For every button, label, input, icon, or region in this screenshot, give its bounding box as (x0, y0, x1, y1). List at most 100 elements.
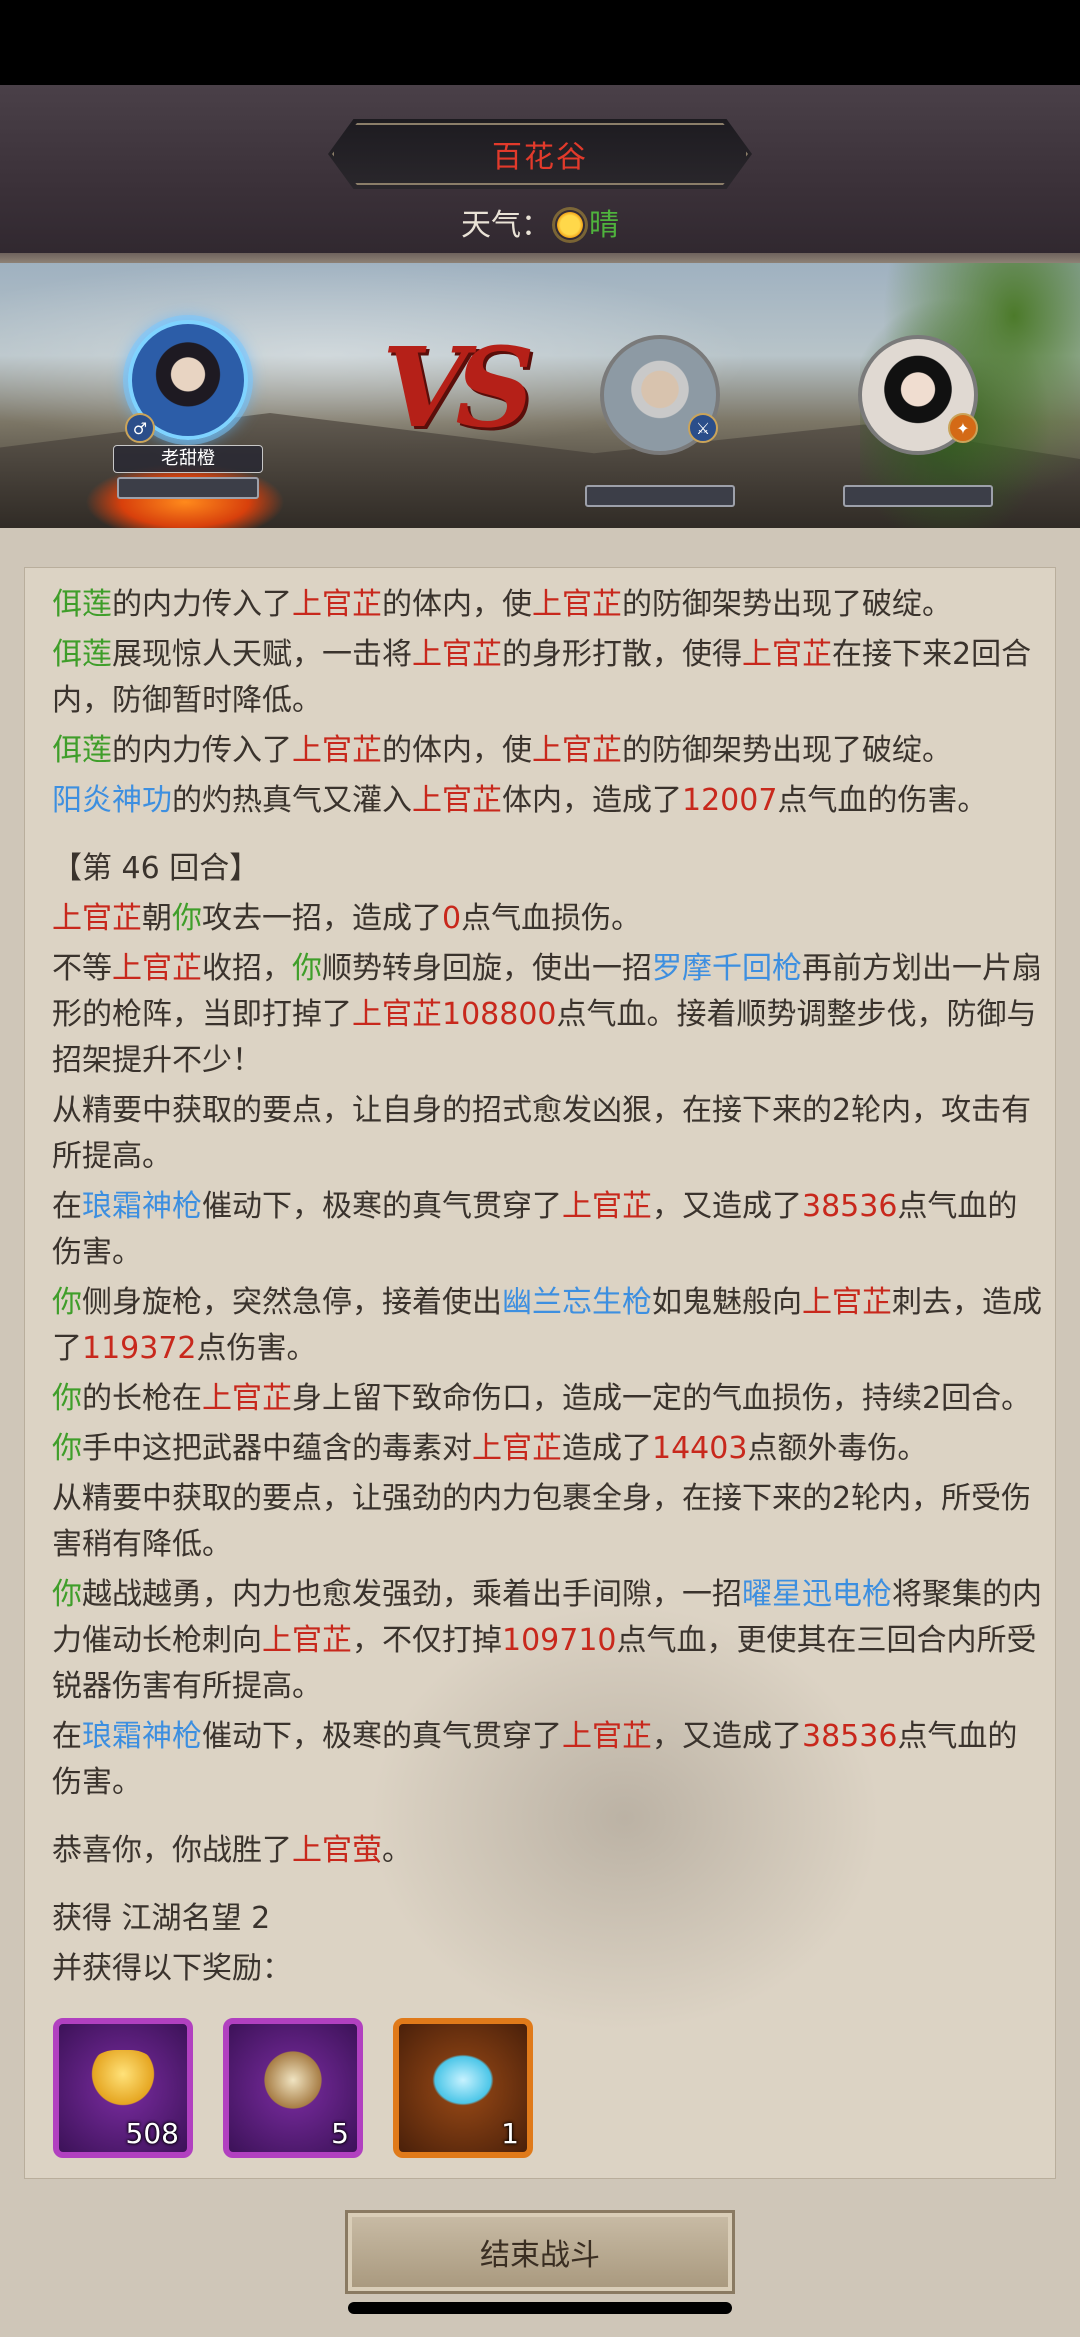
log-highlight: 佴莲 (52, 733, 112, 768)
log-highlight: 佴莲 (52, 637, 112, 672)
reward-quantity: 508 (125, 2117, 179, 2150)
log-line: 不等上官芷收招，你顺势转身回旋，使出一招罗摩千回枪再前方划出一片扇形的枪阵，当即… (52, 946, 1042, 1084)
log-text: 在 (52, 1719, 82, 1754)
log-text: 点伤害。 (196, 1331, 317, 1366)
reward-item[interactable]: 508 (53, 2018, 193, 2158)
log-highlight: 上官芷 (562, 1189, 652, 1224)
log-text: 身上留下致命伤口，造成一定的气血损伤，持续2回合。 (292, 1381, 1032, 1416)
log-text: 并获得以下奖励： (52, 1951, 292, 1986)
reward-quantity: 5 (331, 2117, 349, 2150)
gold-ingot-icon (87, 2050, 159, 2110)
log-highlight: 上官芷 (202, 1381, 292, 1416)
log-line: 从精要中获取的要点，让自身的招式愈发凶狠，在接下来的2轮内，攻击有所提高。 (52, 1088, 1042, 1180)
log-highlight: 你 (292, 951, 322, 986)
log-highlight: 上官芷 (562, 1719, 652, 1754)
log-text: 体内，造成了 (502, 783, 682, 818)
log-highlight: 琅霜神枪 (82, 1189, 202, 1224)
log-text: 顺势转身回旋，使出一招 (322, 951, 652, 986)
log-line: 佴莲的内力传入了上官芷的体内，使上官芷的防御架势出现了破绽。 (52, 728, 1042, 774)
log-text: 的体内，使 (382, 587, 532, 622)
log-text: 从精要中获取的要点，让自身的招式愈发凶狠，在接下来的2轮内，攻击有所提高。 (52, 1093, 1032, 1174)
log-text: 手中这把武器中蕴含的毒素对 (82, 1431, 472, 1466)
log-highlight: 你 (172, 901, 202, 936)
end-battle-button[interactable]: 结束战斗 (345, 2210, 735, 2294)
log-highlight: 上官芷 (802, 1285, 892, 1320)
log-text: 的内力传入了 (112, 733, 292, 768)
log-highlight: 你 (52, 1381, 82, 1416)
log-highlight: 上官芷 (472, 1431, 562, 1466)
log-highlight: 上官芷 (412, 637, 502, 672)
home-indicator[interactable] (348, 2302, 732, 2314)
log-text: 的防御架势出现了破绽。 (622, 587, 952, 622)
log-line: 你越战越勇，内力也愈发强劲，乘着出手间隙，一招曜星迅电枪将聚集的内力催动长枪刺向… (52, 1572, 1042, 1710)
log-line: 阳炎神功的灼热真气又灌入上官芷体内，造成了12007点气血的伤害。 (52, 778, 1042, 824)
log-text: 的灼热真气又灌入 (172, 783, 412, 818)
log-highlight: 0 (442, 901, 462, 936)
log-text: 在 (52, 1189, 82, 1224)
weather-label: 天气： (461, 208, 551, 243)
log-highlight: 上官芷 (412, 783, 502, 818)
log-line: 在琅霜神枪催动下，极寒的真气贯穿了上官芷，又造成了38536点气血的伤害。 (52, 1184, 1042, 1276)
log-line: 你侧身旋枪，突然急停，接着使出幽兰忘生枪如鬼魅般向上官芷刺去，造成了119372… (52, 1280, 1042, 1372)
log-text: ，不仅打掉 (352, 1623, 502, 1658)
log-highlight: 上官芷 (532, 587, 622, 622)
log-text: 恭喜你，你战胜了 (52, 1833, 292, 1868)
log-line: 佴莲的内力传入了上官芷的体内，使上官芷的防御架势出现了破绽。 (52, 582, 1042, 628)
log-text: 的体内，使 (382, 733, 532, 768)
log-text: 朝 (142, 901, 172, 936)
log-text: 点额外毒伤。 (747, 1431, 928, 1466)
log-highlight: 38536 (802, 1189, 898, 1224)
log-text: 收招， (202, 951, 292, 986)
log-text: 的防御架势出现了破绽。 (622, 733, 952, 768)
reward-item[interactable]: 5 (223, 2018, 363, 2158)
log-text: 越战越勇，内力也愈发强劲，乘着出手间隙，一招 (82, 1577, 742, 1612)
sun-icon (555, 210, 585, 240)
log-highlight: 阳炎神功 (52, 783, 172, 818)
fan-class-icon: ✦ (948, 413, 978, 443)
log-highlight: 上官芷 (52, 901, 142, 936)
log-line: 在琅霜神枪催动下，极寒的真气贯穿了上官芷，又造成了38536点气血的伤害。 (52, 1714, 1042, 1806)
log-text: 。 (382, 1833, 412, 1868)
log-line: 恭喜你，你战胜了上官萤。 (52, 1828, 1042, 1874)
log-text: 点气血的伤害。 (777, 783, 988, 818)
log-line: 你的长枪在上官芷身上留下致命伤口，造成一定的气血损伤，持续2回合。 (52, 1376, 1042, 1422)
log-highlight: 12007 (682, 783, 778, 818)
log-gap (52, 828, 1042, 846)
log-highlight: 14403 (652, 1431, 748, 1466)
location-title: 百花谷 (492, 140, 588, 175)
log-text: 造成了 (562, 1431, 652, 1466)
sword-class-icon: ⚔ (688, 413, 718, 443)
pouch-icon (257, 2050, 329, 2110)
log-highlight: 上官芷 (112, 951, 202, 986)
log-highlight: 上官芷 (292, 733, 382, 768)
log-text: 从精要中获取的要点，让强劲的内力包裹全身，在接下来的2轮内，所受伤害稍有降低。 (52, 1481, 1032, 1562)
log-text: 攻去一招，造成了 (202, 901, 442, 936)
log-line: 你手中这把武器中蕴含的毒素对上官芷造成了14403点额外毒伤。 (52, 1426, 1042, 1472)
log-highlight: 上官芷 (742, 637, 832, 672)
log-text: 催动下，极寒的真气贯穿了 (202, 1719, 562, 1754)
status-bar (0, 0, 1080, 85)
log-highlight: 119372 (82, 1331, 197, 1366)
location-title-plate: 百花谷 (328, 119, 752, 189)
enemy-1-hp-bar (585, 485, 735, 507)
log-line: 佴莲展现惊人天赋，一击将上官芷的身形打散，使得上官芷在接下来2回合内，防御暂时降… (52, 632, 1042, 724)
log-text: 的内力传入了 (112, 587, 292, 622)
reward-item[interactable]: 1 (393, 2018, 533, 2158)
log-text: 【第 46 回合】 (52, 851, 260, 886)
log-highlight: 108800 (442, 997, 557, 1032)
log-highlight: 曜星迅电枪 (742, 1577, 892, 1612)
reward-quantity: 1 (501, 2117, 519, 2150)
weather-row: 天气： 晴 (0, 200, 1080, 244)
player-hp-bar (117, 477, 259, 499)
battle-log-panel[interactable]: 佴莲的内力传入了上官芷的体内，使上官芷的防御架势出现了破绽。 佴莲展现惊人天赋，一… (24, 567, 1056, 2179)
log-text: 如鬼魅般向 (652, 1285, 802, 1320)
log-highlight: 38536 (802, 1719, 898, 1754)
log-highlight: 佴莲 (52, 587, 112, 622)
log-line: 并获得以下奖励： (52, 1946, 1042, 1992)
log-highlight: 你 (52, 1285, 82, 1320)
log-gap (52, 1878, 1042, 1896)
log-highlight: 你 (52, 1577, 82, 1612)
log-text: 点气血损伤。 (461, 901, 642, 936)
log-line: 【第 46 回合】 (52, 846, 1042, 892)
log-text: 催动下，极寒的真气贯穿了 (202, 1189, 562, 1224)
